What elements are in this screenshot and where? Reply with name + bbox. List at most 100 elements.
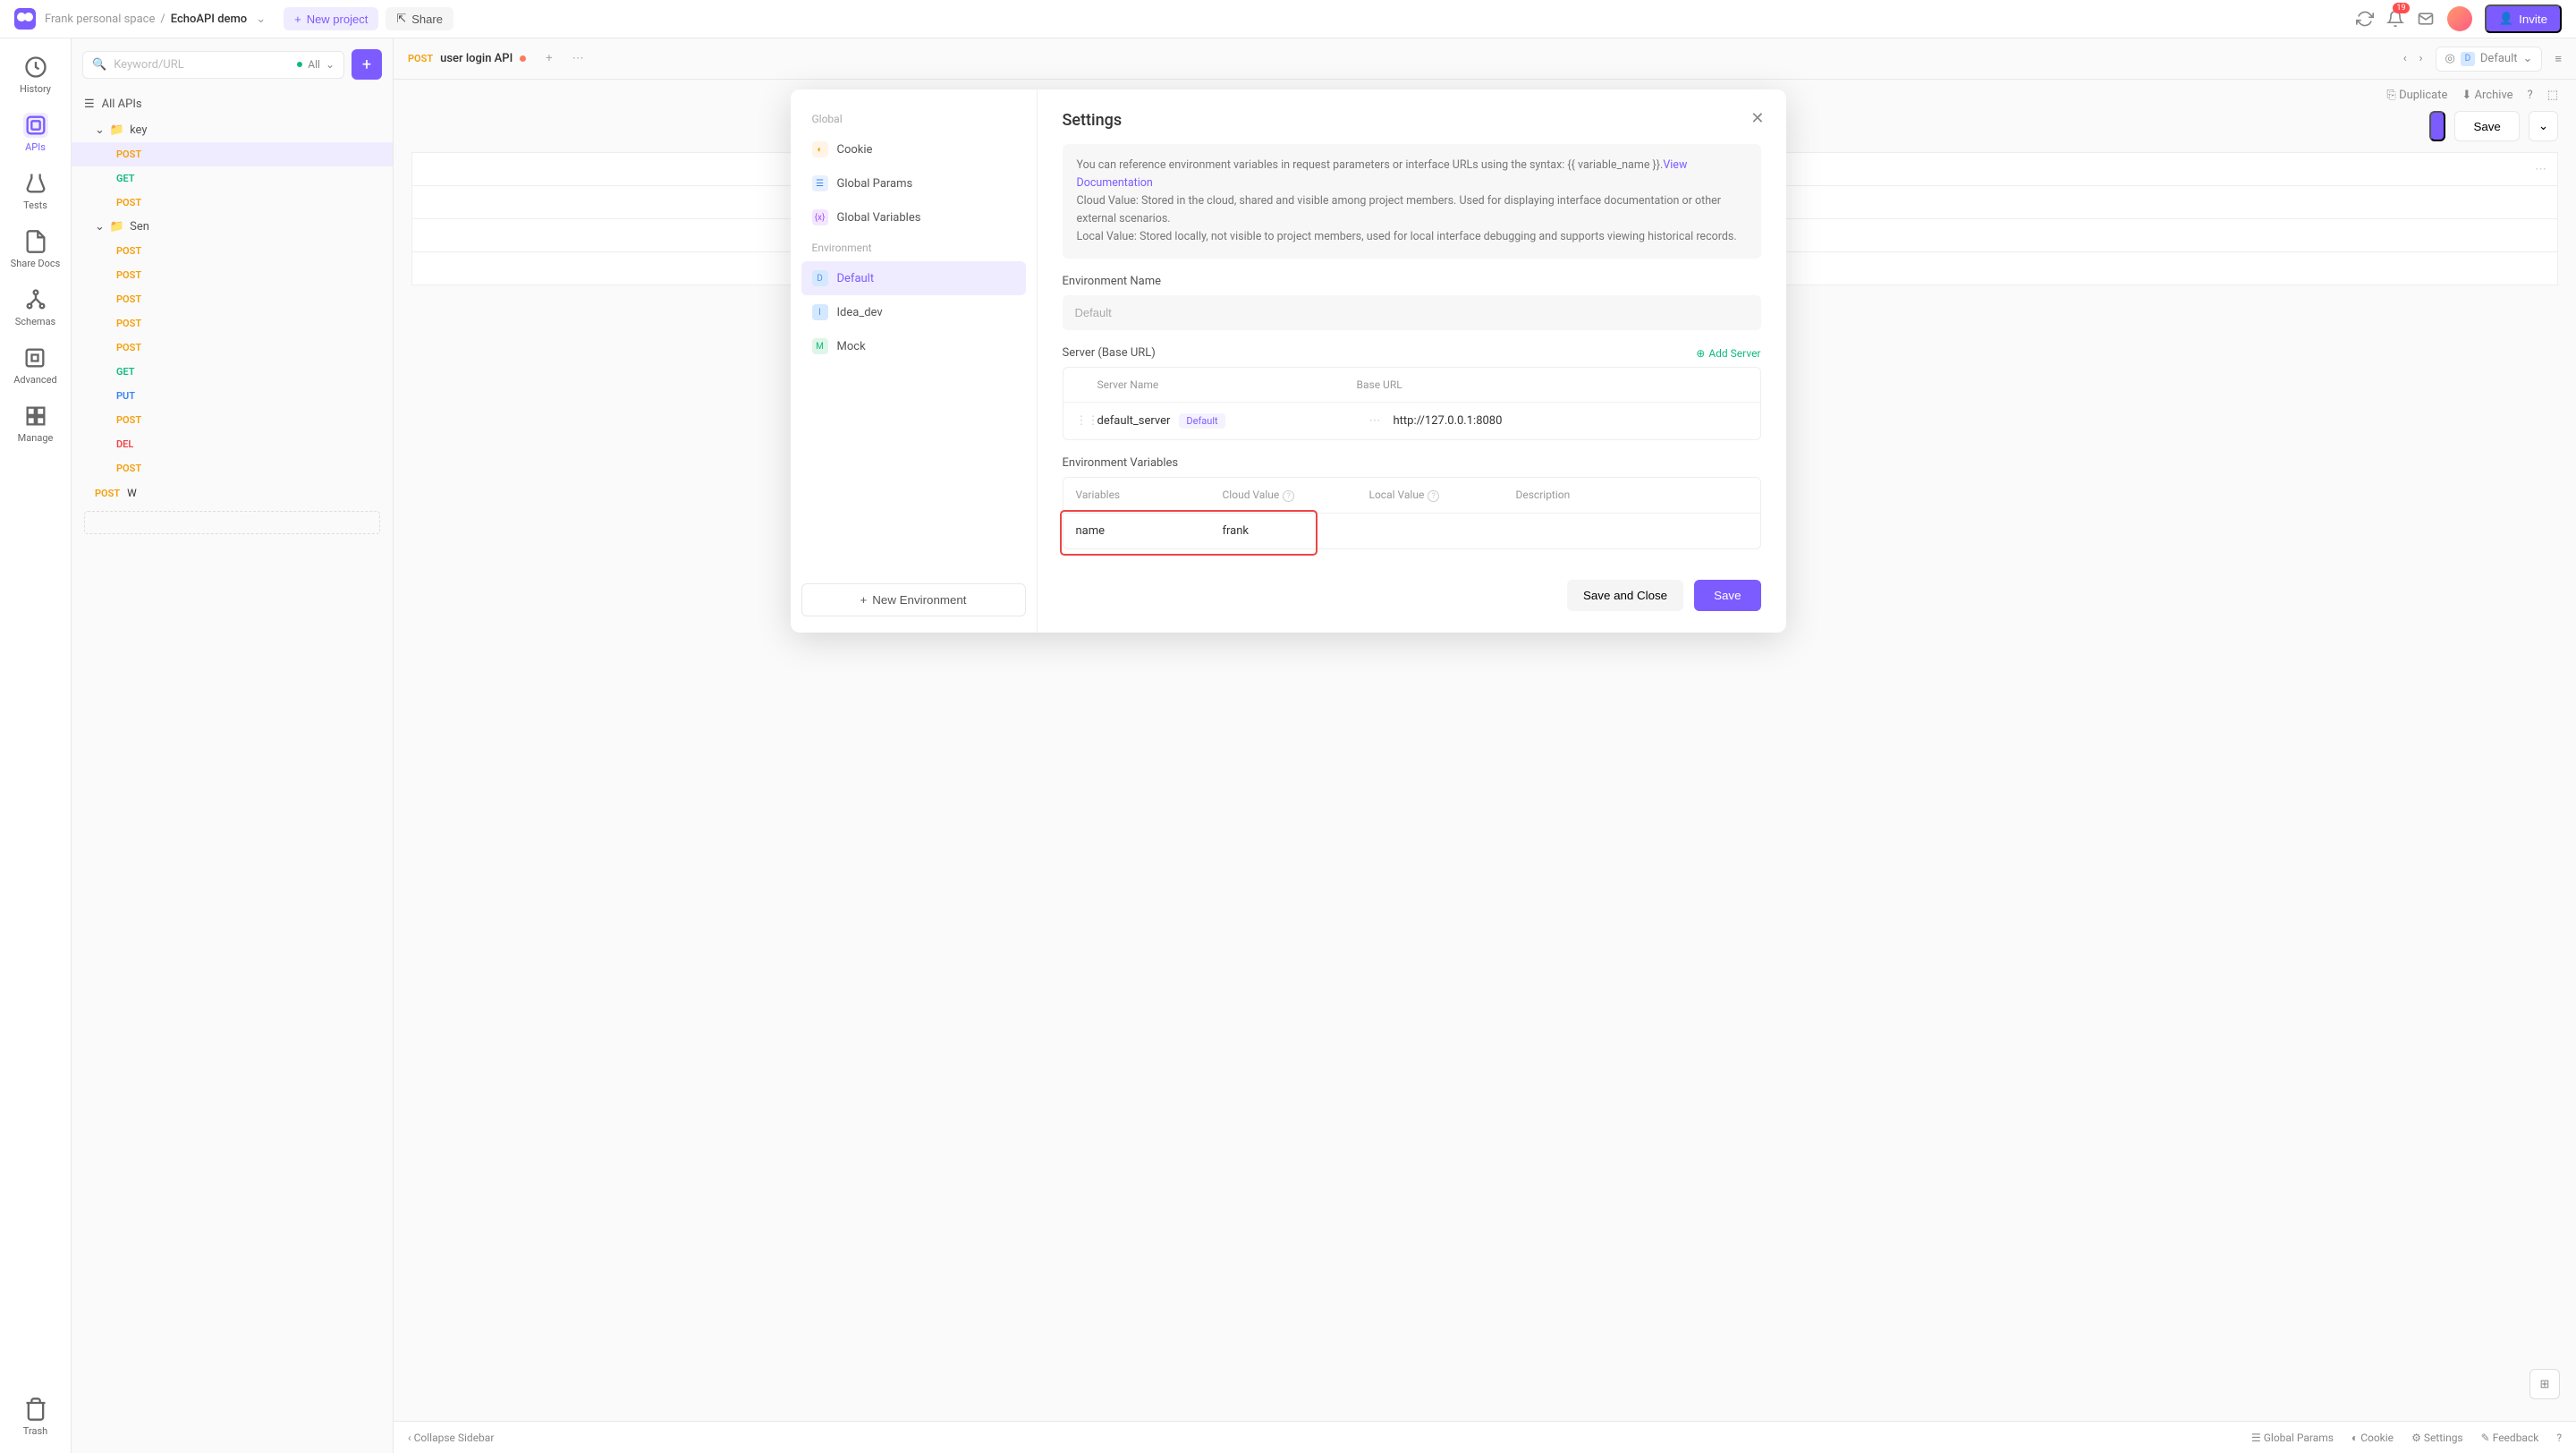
tree-item[interactable]: POST [72, 311, 393, 336]
layout-toggle-button[interactable]: ⊞ [2529, 1369, 2560, 1399]
rail-tests[interactable]: Tests [23, 171, 48, 211]
save-button[interactable]: Save [2454, 111, 2519, 141]
var-cloud-cell[interactable]: frank [1223, 524, 1357, 538]
tree-item[interactable]: POST [72, 263, 393, 287]
server-row[interactable]: ⋮⋮ default_server Default ⋯ http://127.0… [1063, 403, 1760, 439]
modal-sidebar: Global ◐ Cookie ☰ Global Params {x} Glob… [791, 89, 1038, 633]
var-name-cell[interactable]: name [1076, 524, 1210, 538]
menu-icon[interactable]: ≡ [2555, 52, 2562, 66]
cookie-icon: ◐ [2351, 1432, 2358, 1444]
rail-advanced[interactable]: Advanced [13, 345, 56, 386]
status-dot-icon [297, 62, 302, 67]
modal-env-mock[interactable]: M Mock [801, 329, 1026, 363]
invite-button[interactable]: 👤 Invite [2485, 4, 2562, 33]
expand-icon[interactable]: ⬚ [2547, 89, 2558, 102]
settings-button[interactable]: ⚙ Settings [2411, 1432, 2463, 1444]
tree-item[interactable]: GET [72, 166, 393, 191]
save-and-close-button[interactable]: Save and Close [1567, 580, 1683, 611]
docs-icon [23, 229, 48, 254]
modal-env-idea-dev[interactable]: I Idea_dev [801, 295, 1026, 329]
rail-schemas[interactable]: Schemas [15, 287, 56, 327]
tree-item[interactable]: POST [72, 336, 393, 360]
copy-icon: ⎘ [2386, 89, 2395, 102]
avatar[interactable] [2447, 6, 2472, 31]
refresh-icon[interactable] [2356, 10, 2374, 28]
bell-icon[interactable]: 19 [2386, 10, 2404, 28]
rail-history[interactable]: History [20, 55, 51, 95]
chevron-down-icon: ⌄ [326, 58, 335, 71]
tree-item[interactable]: POST [72, 191, 393, 215]
project-name[interactable]: EchoAPI demo [171, 13, 247, 26]
tree-group-sen[interactable]: ⌄ 📁 Sen [72, 215, 393, 239]
tab-active[interactable]: POST user login API [408, 52, 526, 65]
more-icon[interactable]: ⋯ [1369, 414, 1381, 428]
chevron-down-icon: ⌄ [2523, 52, 2533, 65]
app-logo[interactable] [14, 8, 36, 30]
feedback-button[interactable]: ✎ Feedback [2481, 1432, 2539, 1444]
modal-item-global-params[interactable]: ☰ Global Params [801, 166, 1026, 200]
environment-selector[interactable]: ◎ D Default ⌄ [2436, 47, 2543, 72]
help-icon[interactable]: ? [1283, 490, 1294, 502]
info-box: You can reference environment variables … [1063, 144, 1761, 259]
modal-env-default[interactable]: D Default [801, 261, 1026, 295]
tree-item[interactable]: DEL [72, 432, 393, 456]
send-button[interactable] [2429, 111, 2445, 141]
filter-dropdown[interactable]: All ⌄ [297, 58, 335, 71]
tab-add-button[interactable]: + [546, 52, 552, 65]
all-apis-header[interactable]: ☰ All APIs [72, 90, 393, 118]
nav-right-icon[interactable]: › [2419, 52, 2423, 65]
nav-left-icon[interactable]: ‹ [2403, 52, 2407, 65]
history-icon [23, 55, 48, 80]
chevron-down-icon[interactable]: ⌄ [256, 13, 266, 26]
env-name-input[interactable] [1063, 295, 1761, 330]
rail-share-docs[interactable]: Share Docs [11, 229, 61, 269]
tree-group-key[interactable]: ⌄ 📁 key [72, 118, 393, 142]
collapse-sidebar-button[interactable]: ‹ Collapse Sidebar [408, 1432, 494, 1444]
global-params-button[interactable]: ☰ Global Params [2251, 1432, 2334, 1444]
message-icon[interactable] [2417, 10, 2435, 28]
archive-button[interactable]: ⬇ Archive [2462, 89, 2512, 102]
tree-item[interactable]: GET [72, 360, 393, 384]
help-icon[interactable]: ? [1428, 490, 1439, 502]
modal-item-global-variables[interactable]: {x} Global Variables [801, 200, 1026, 234]
modal-save-button[interactable]: Save [1694, 580, 1760, 611]
api-tree: ☰ All APIs ⌄ 📁 key POSTGETPOST ⌄ 📁 Sen P… [72, 90, 393, 1453]
save-dropdown-button[interactable]: ⌄ [2529, 111, 2558, 141]
search-input[interactable]: 🔍 Keyword/URL All ⌄ [82, 51, 344, 79]
help-icon[interactable]: ? [2556, 1432, 2562, 1444]
rail-manage[interactable]: Manage [18, 404, 54, 444]
share-button[interactable]: ⇱ Share [386, 7, 453, 30]
help-icon[interactable]: ? [2528, 89, 2533, 102]
vars-row[interactable]: name frank [1063, 514, 1760, 548]
tree-item[interactable]: POST [72, 408, 393, 432]
tree-item[interactable]: POST W [72, 480, 393, 506]
unsaved-dot-icon [520, 55, 526, 62]
drag-handle-icon[interactable]: ⋮⋮ [1076, 414, 1097, 428]
modal-content: Settings ✕ You can reference environment… [1038, 89, 1786, 633]
add-server-button[interactable]: ⊕ Add Server [1696, 347, 1760, 360]
rail-trash[interactable]: Trash [23, 1397, 48, 1437]
tree-item[interactable]: POST [72, 456, 393, 480]
tree-item[interactable]: POST [72, 142, 393, 166]
rail-apis[interactable]: APIs [23, 113, 48, 153]
more-icon[interactable]: ⋯ [2535, 163, 2546, 176]
cookie-button[interactable]: ◐ Cookie [2351, 1432, 2394, 1444]
new-environment-button[interactable]: + New Environment [801, 583, 1026, 616]
close-button[interactable]: ✕ [1750, 109, 1764, 128]
new-project-button[interactable]: + New project [284, 7, 378, 30]
tree-item[interactable]: POST [72, 239, 393, 263]
add-api-button[interactable]: + [352, 49, 382, 80]
list-icon: ☰ [84, 98, 95, 111]
server-table-header: Server Name Base URL [1063, 368, 1760, 403]
schemas-icon [23, 287, 48, 312]
workspace-name[interactable]: Frank personal space [45, 13, 155, 26]
params-icon: ☰ [2251, 1432, 2261, 1444]
tabs-right: ‹ › ◎ D Default ⌄ ≡ [2403, 47, 2562, 72]
env-vars-label: Environment Variables [1063, 456, 1761, 470]
tab-more-button[interactable]: ⋯ [572, 52, 584, 65]
tree-item[interactable]: POST [72, 287, 393, 311]
duplicate-button[interactable]: ⎘ Duplicate [2386, 89, 2447, 102]
share-icon: ⇱ [396, 12, 406, 26]
tree-item[interactable]: PUT [72, 384, 393, 408]
modal-item-cookie[interactable]: ◐ Cookie [801, 132, 1026, 166]
